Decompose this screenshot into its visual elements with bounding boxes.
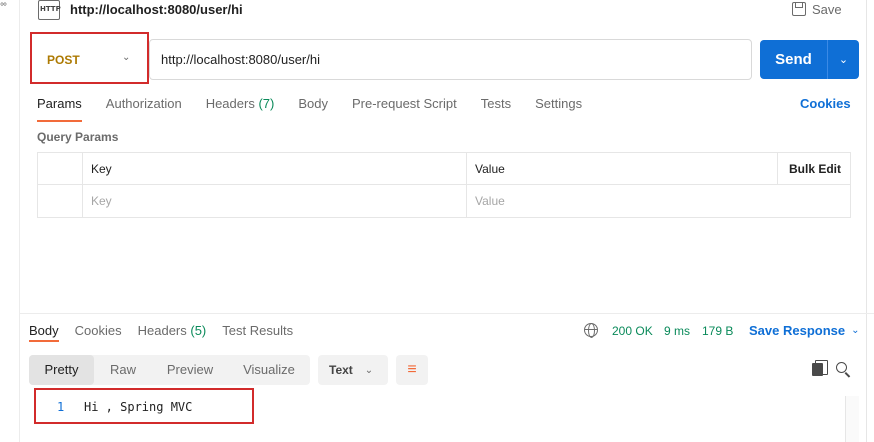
table-row: Key Value: [38, 185, 850, 217]
chevron-down-icon: ⌄: [364, 364, 374, 376]
response-tabs: Body Cookies Headers (5) Test Results: [29, 323, 309, 342]
pane-divider[interactable]: [20, 313, 874, 314]
save-button[interactable]: Save: [792, 0, 842, 18]
save-response-button[interactable]: Save Response ⌄: [749, 323, 860, 339]
tab-body[interactable]: Body: [298, 96, 328, 118]
wrap-lines-icon: ≡: [407, 361, 417, 378]
url-input[interactable]: [149, 39, 752, 80]
headers-count: (7): [258, 96, 275, 111]
key-column-header: Key: [83, 153, 467, 185]
format-label: Text: [329, 363, 353, 377]
tab-params[interactable]: Params: [37, 96, 82, 122]
right-divider: [866, 0, 867, 442]
left-sidebar-strip: °°: [0, 0, 20, 442]
row-checkbox-cell: [38, 185, 83, 217]
scrollbar[interactable]: [845, 396, 859, 442]
search-icon[interactable]: [836, 362, 847, 373]
status-code[interactable]: 200 OK: [612, 324, 653, 338]
value-column-header: Value: [467, 153, 778, 185]
view-visualize-button[interactable]: Visualize: [228, 355, 310, 385]
response-size[interactable]: 179 B: [702, 324, 733, 338]
chevron-down-icon: ⌄: [838, 54, 849, 66]
save-label: Save: [812, 1, 842, 17]
more-icon[interactable]: °°: [0, 2, 7, 13]
cookies-link[interactable]: Cookies: [800, 96, 851, 111]
view-mode-selector: Pretty Raw Preview Visualize: [29, 355, 310, 385]
view-raw-button[interactable]: Raw: [94, 355, 152, 385]
response-tab-test-results[interactable]: Test Results: [222, 323, 293, 338]
value-input[interactable]: Value: [467, 185, 778, 217]
response-time[interactable]: 9 ms: [664, 324, 690, 338]
http-icon: HTTP: [38, 0, 61, 20]
request-title[interactable]: http://localhost:8080/user/hi: [70, 2, 243, 17]
format-select[interactable]: Text ⌄: [318, 355, 388, 385]
tab-authorization[interactable]: Authorization: [106, 96, 182, 118]
response-tab-body[interactable]: Body: [29, 323, 59, 342]
chevron-down-icon: ⌄: [851, 325, 860, 336]
send-options-button[interactable]: ⌄: [827, 40, 859, 79]
view-preview-button[interactable]: Preview: [152, 355, 228, 385]
tab-pre-request-script[interactable]: Pre-request Script: [352, 96, 457, 118]
view-pretty-button[interactable]: Pretty: [29, 355, 94, 385]
response-highlight-box: [34, 388, 254, 424]
checkbox-column-header: [38, 153, 83, 185]
tab-headers[interactable]: Headers (7): [206, 96, 275, 118]
table-header-row: Key Value Bulk Edit: [38, 153, 850, 185]
query-params-table: Key Value Bulk Edit Key Value: [37, 152, 851, 218]
key-input[interactable]: Key: [83, 185, 467, 217]
query-params-title: Query Params: [37, 130, 119, 144]
method-highlight-box: [30, 32, 149, 84]
request-tabs: Params Authorization Headers (7) Body Pr…: [37, 96, 606, 122]
response-headers-count: (5): [190, 323, 207, 338]
send-button[interactable]: Send: [760, 40, 827, 79]
wrap-lines-button[interactable]: ≡: [396, 355, 428, 385]
response-tab-headers[interactable]: Headers (5): [138, 323, 207, 338]
bulk-edit-button[interactable]: Bulk Edit: [778, 153, 850, 185]
save-response-label: Save Response: [749, 323, 846, 338]
request-header: HTTP http://localhost:8080/user/hi Save: [20, 0, 874, 22]
globe-icon[interactable]: [584, 323, 598, 338]
save-icon: [792, 2, 806, 16]
copy-icon[interactable]: [812, 360, 828, 376]
response-tab-cookies[interactable]: Cookies: [75, 323, 122, 338]
tab-settings[interactable]: Settings: [535, 96, 582, 118]
tab-tests[interactable]: Tests: [481, 96, 511, 118]
